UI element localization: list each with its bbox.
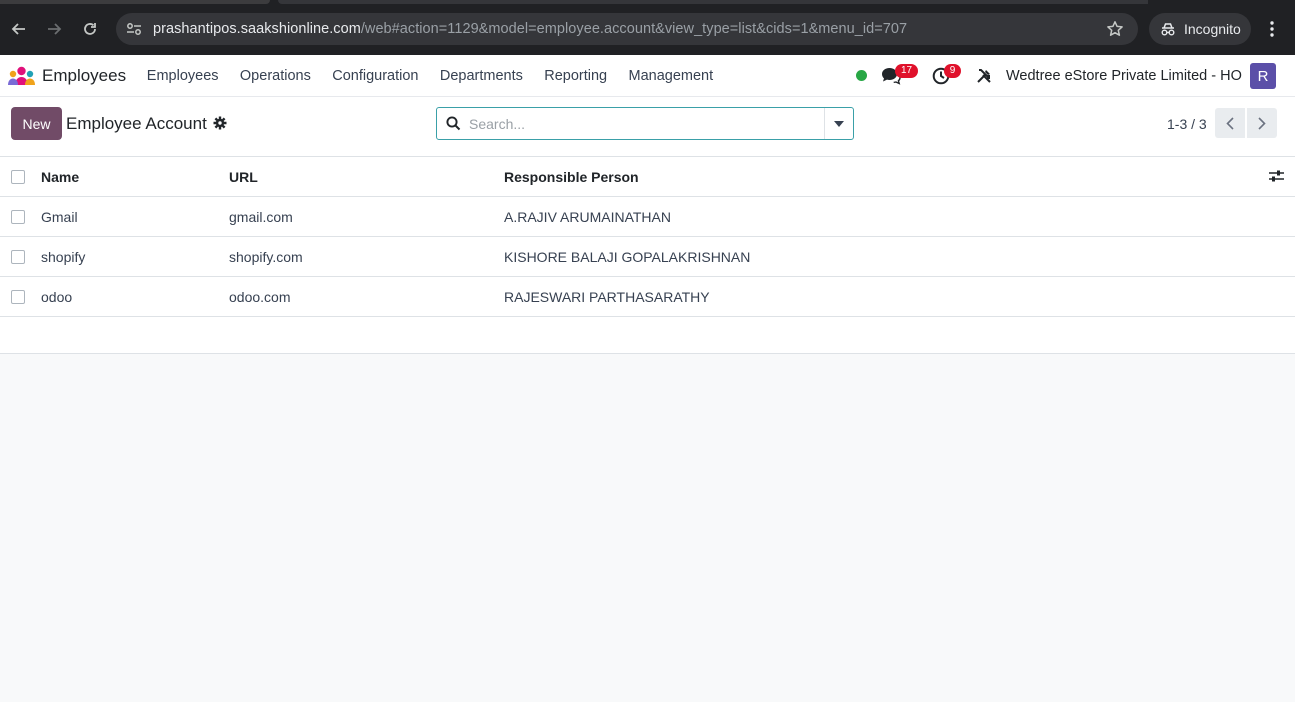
search-options-toggle[interactable] bbox=[824, 108, 853, 139]
url-path: /web#action=1129&model=employee.account&… bbox=[360, 21, 908, 37]
caret-down-icon bbox=[834, 120, 844, 127]
incognito-indicator[interactable]: Incognito bbox=[1149, 13, 1251, 45]
table-row[interactable]: odoo odoo.com RAJESWARI PARTHASARATHY bbox=[0, 277, 1295, 317]
cell-responsible: RAJESWARI PARTHASARATHY bbox=[504, 288, 710, 305]
messages-count-badge: 17 bbox=[895, 64, 918, 78]
list-view: Name URL Responsible Person Gmail gmail.… bbox=[0, 157, 1295, 354]
pager-next-button[interactable] bbox=[1247, 108, 1277, 138]
row-checkbox[interactable] bbox=[11, 290, 25, 304]
reload-icon[interactable] bbox=[75, 14, 105, 44]
table-row[interactable]: Gmail gmail.com A.RAJIV ARUMAINATHAN bbox=[0, 197, 1295, 237]
row-checkbox[interactable] bbox=[11, 210, 25, 224]
pager-value[interactable]: 1-3 / 3 bbox=[1167, 116, 1207, 132]
tab-strip bbox=[278, 0, 1148, 4]
top-menu: Employees Operations Configuration Depar… bbox=[136, 55, 724, 97]
chevron-left-icon bbox=[1226, 116, 1234, 130]
browser-menu-icon[interactable] bbox=[1262, 14, 1282, 44]
employees-app-icon[interactable] bbox=[8, 66, 35, 86]
page-title: Employee Account bbox=[66, 114, 207, 133]
forward-icon[interactable] bbox=[39, 14, 69, 44]
site-settings-icon[interactable] bbox=[124, 22, 144, 36]
incognito-label: Incognito bbox=[1184, 21, 1241, 37]
table-row[interactable]: shopify shopify.com KISHORE BALAJI GOPAL… bbox=[0, 237, 1295, 277]
cell-url: gmail.com bbox=[229, 208, 293, 225]
search-input[interactable] bbox=[469, 108, 819, 139]
user-avatar[interactable]: R bbox=[1250, 63, 1276, 89]
select-all-checkbox[interactable] bbox=[11, 170, 25, 184]
menu-departments[interactable]: Departments bbox=[429, 55, 533, 97]
online-status-dot bbox=[856, 70, 867, 81]
chevron-right-icon bbox=[1258, 116, 1266, 130]
cell-name: Gmail bbox=[41, 208, 78, 225]
url-host: prashantipos.saakshionline.com bbox=[153, 21, 361, 37]
cell-url: odoo.com bbox=[229, 288, 291, 305]
main-navbar: Employees Employees Operations Configura… bbox=[0, 55, 1295, 97]
cell-name: odoo bbox=[41, 288, 73, 305]
incognito-icon bbox=[1161, 23, 1175, 36]
optional-columns-icon[interactable] bbox=[1269, 169, 1284, 186]
debug-tools-icon[interactable] bbox=[976, 68, 992, 87]
search-icon bbox=[437, 116, 469, 131]
menu-employees[interactable]: Employees bbox=[136, 55, 229, 97]
menu-reporting[interactable]: Reporting bbox=[534, 55, 618, 97]
cell-responsible: A.RAJIV ARUMAINATHAN bbox=[504, 208, 671, 225]
column-header-responsible[interactable]: Responsible Person bbox=[504, 169, 639, 185]
cell-responsible: KISHORE BALAJI GOPALAKRISHNAN bbox=[504, 248, 751, 265]
gear-icon[interactable] bbox=[213, 116, 227, 133]
column-header-url[interactable]: URL bbox=[229, 169, 258, 185]
pager-previous-button[interactable] bbox=[1215, 108, 1245, 138]
browser-toolbar: prashantipos.saakshionline.com/web#actio… bbox=[0, 0, 1295, 55]
tab-strip bbox=[0, 0, 270, 4]
activities-count-badge: 9 bbox=[944, 64, 961, 78]
search-bar bbox=[436, 107, 854, 140]
bookmark-star-icon[interactable] bbox=[1106, 20, 1124, 41]
table-header: Name URL Responsible Person bbox=[0, 157, 1295, 197]
menu-operations[interactable]: Operations bbox=[229, 55, 321, 97]
app-name[interactable]: Employees bbox=[42, 66, 126, 86]
back-icon[interactable] bbox=[4, 14, 34, 44]
cell-url: shopify.com bbox=[229, 248, 303, 265]
cell-name: shopify bbox=[41, 248, 86, 265]
menu-management[interactable]: Management bbox=[618, 55, 724, 97]
menu-configuration[interactable]: Configuration bbox=[322, 55, 430, 97]
address-bar[interactable]: prashantipos.saakshionline.com/web#actio… bbox=[116, 13, 1138, 45]
company-switcher[interactable]: Wedtree eStore Private Limited - HO bbox=[1006, 68, 1242, 84]
table-footer bbox=[0, 317, 1295, 354]
url-text: prashantipos.saakshionline.com/web#actio… bbox=[153, 21, 907, 37]
new-button[interactable]: New bbox=[11, 107, 62, 140]
row-checkbox[interactable] bbox=[11, 250, 25, 264]
column-header-name[interactable]: Name bbox=[41, 169, 79, 185]
control-panel: New Employee Account 1-3 / 3 bbox=[0, 97, 1295, 157]
